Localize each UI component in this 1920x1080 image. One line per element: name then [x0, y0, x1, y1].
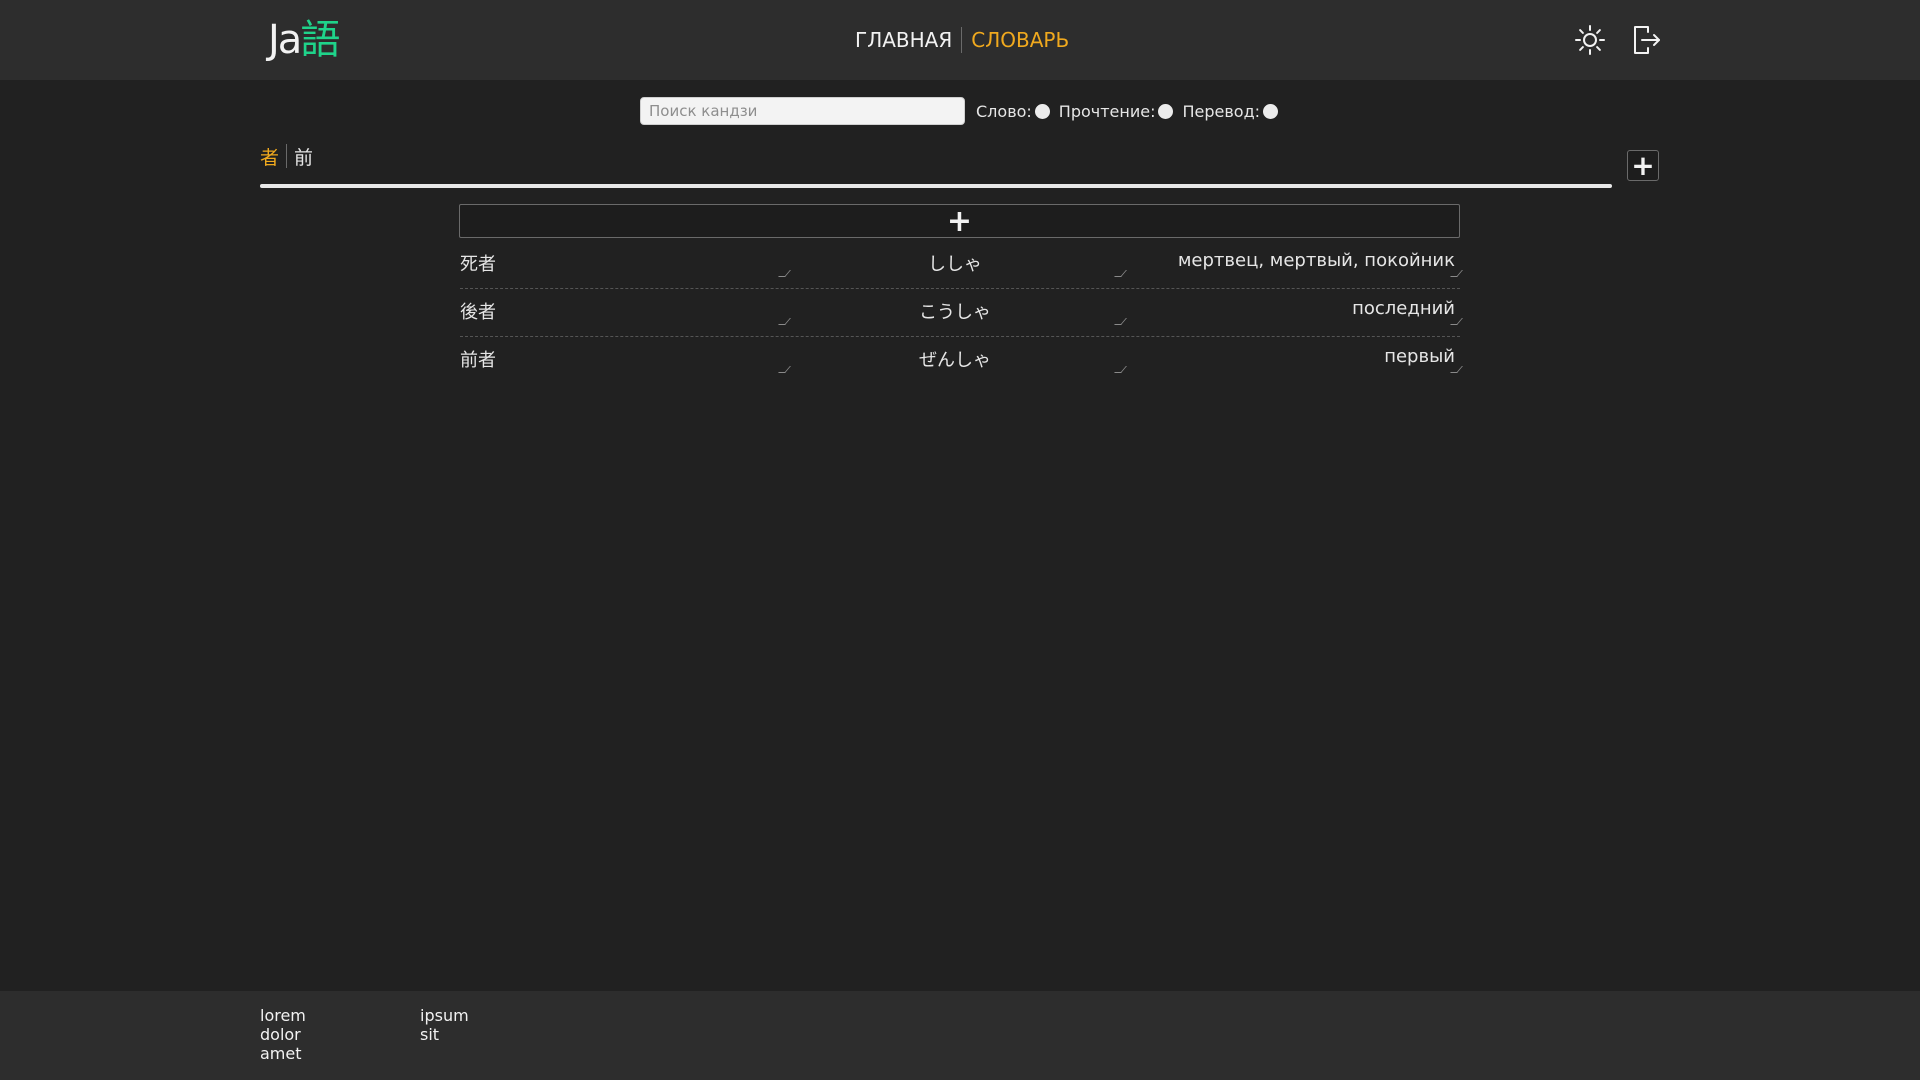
nav-home-link[interactable]: ГЛАВНАЯ: [855, 28, 952, 52]
word-row: 死者 ししゃ мертвец, мертвый, покойник: [460, 241, 1463, 289]
word-row: 後者 こうしゃ последний: [460, 289, 1463, 337]
translation-field[interactable]: первый: [1123, 344, 1455, 370]
footer-link[interactable]: sit: [420, 1025, 469, 1044]
filter-translation-toggle[interactable]: Перевод:: [1182, 101, 1279, 121]
filter-translation-label: Перевод:: [1182, 101, 1261, 121]
filter-reading-radio[interactable]: [1158, 103, 1174, 119]
footer-link[interactable]: dolor: [260, 1025, 306, 1044]
logo-latin: Ja: [268, 17, 302, 63]
kanji-tab-divider: [286, 144, 288, 168]
word-row: 前者 ぜんしゃ первый: [460, 337, 1463, 384]
header: Ja語 ГЛАВНАЯ СЛОВАРЬ: [0, 0, 1920, 80]
reading-field[interactable]: ししゃ: [787, 252, 1123, 278]
tabs-underline: [260, 184, 1612, 188]
add-kanji-button[interactable]: +: [1627, 149, 1659, 182]
nav-divider: [961, 27, 963, 53]
footer-column: lorem dolor amet: [260, 1006, 306, 1063]
sun-icon: [1575, 25, 1605, 55]
theme-toggle-button[interactable]: [1572, 22, 1608, 58]
add-word-button[interactable]: +: [459, 203, 1460, 239]
footer-link[interactable]: ipsum: [420, 1006, 469, 1025]
logo-kanji: 語: [300, 17, 341, 63]
word-list: 死者 ししゃ мертвец, мертвый, покойник 後者 こうし…: [460, 241, 1463, 384]
translation-field[interactable]: последний: [1123, 296, 1455, 322]
footer-link[interactable]: lorem: [260, 1006, 306, 1025]
filter-word-label: Слово:: [976, 101, 1032, 121]
reading-field[interactable]: こうしゃ: [787, 300, 1123, 326]
filter-reading-label: Прочтение:: [1058, 101, 1156, 121]
filter-reading-toggle[interactable]: Прочтение:: [1059, 102, 1174, 121]
word-field[interactable]: 前者: [460, 348, 787, 374]
filter-word-toggle[interactable]: Слово:: [976, 102, 1050, 121]
logout-button[interactable]: [1628, 22, 1664, 58]
footer-column: ipsum sit: [420, 1006, 469, 1044]
footer-link[interactable]: amet: [260, 1044, 306, 1063]
search-filters: Слово: Прочтение: Перевод:: [976, 100, 1287, 122]
kanji-tab[interactable]: 者: [260, 143, 279, 170]
logout-icon: [1634, 26, 1660, 54]
nav-dictionary-link[interactable]: СЛОВАРЬ: [971, 28, 1069, 52]
footer: lorem dolor amet ipsum sit: [0, 991, 1920, 1080]
kanji-tabs: 者 前: [260, 143, 313, 169]
logo[interactable]: Ja語: [268, 14, 340, 66]
plus-icon: +: [946, 203, 973, 239]
kanji-tab[interactable]: 前: [294, 143, 313, 170]
filter-word-radio[interactable]: [1034, 103, 1050, 119]
filter-translation-radio[interactable]: [1263, 103, 1279, 119]
word-field[interactable]: 死者: [460, 252, 787, 278]
kanji-search-input[interactable]: [640, 97, 965, 125]
translation-field[interactable]: мертвец, мертвый, покойник: [1123, 248, 1455, 274]
word-field[interactable]: 後者: [460, 300, 787, 326]
main-nav: ГЛАВНАЯ СЛОВАРЬ: [855, 26, 1069, 54]
plus-icon: +: [1631, 149, 1655, 182]
reading-field[interactable]: ぜんしゃ: [787, 348, 1123, 374]
